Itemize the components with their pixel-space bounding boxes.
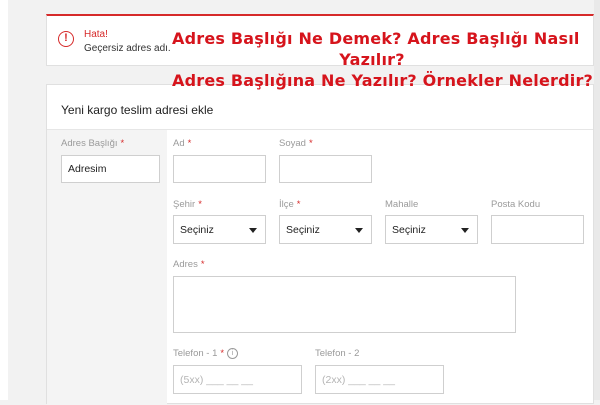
address-title-label: Adres Başlığı *: [61, 138, 125, 149]
district-label: İlçe *: [279, 199, 301, 210]
postal-code-input[interactable]: [491, 215, 584, 244]
address-label: Adres *: [173, 259, 205, 270]
phone1-label: Telefon - 1 * i: [173, 348, 239, 359]
first-name-input[interactable]: [173, 155, 266, 183]
phone2-label: Telefon - 2: [315, 348, 360, 359]
address-form-panel: Yeni kargo teslim adresi ekle Adres Başl…: [46, 84, 594, 405]
city-select[interactable]: Seçiniz: [173, 215, 266, 244]
caret-down-icon: [461, 228, 469, 233]
neighborhood-label: Mahalle: [385, 199, 419, 210]
district-select-value: Seçiniz: [286, 224, 320, 236]
overlay-line-2: Yazılır?: [339, 50, 405, 69]
form-title: Yeni kargo teslim adresi ekle: [61, 103, 214, 117]
city-select-value: Seçiniz: [180, 224, 214, 236]
phone1-input[interactable]: [173, 365, 302, 394]
address-textarea[interactable]: [173, 276, 516, 333]
postal-code-label: Posta Kodu: [491, 199, 541, 210]
info-icon[interactable]: i: [227, 348, 239, 359]
address-title-input[interactable]: [61, 155, 160, 183]
caret-down-icon: [355, 228, 363, 233]
district-select[interactable]: Seçiniz: [279, 215, 372, 244]
last-name-label: Soyad *: [279, 138, 313, 149]
overlay-headline: Adres Başlığı Ne Demek? Adres Başlığı Na…: [172, 28, 594, 91]
overlay-line-1: Adres Başlığı Ne Demek? Adres Başlığı Na…: [172, 29, 580, 48]
first-name-label: Ad *: [173, 138, 192, 149]
overlay-line-3: Adres Başlığına Ne Yazılır? Örnekler Nel…: [172, 71, 594, 90]
neighborhood-select-value: Seçiniz: [392, 224, 426, 236]
phone2-input[interactable]: [315, 365, 444, 394]
right-edge: [594, 0, 600, 400]
page: ! Hata! Geçersiz adres adı. Yeni kargo t…: [0, 0, 600, 405]
left-edge: [0, 0, 8, 400]
last-name-input[interactable]: [279, 155, 372, 183]
caret-down-icon: [249, 228, 257, 233]
alert-message: Geçersiz adres adı.: [84, 43, 171, 54]
alert-exclamation-icon: !: [58, 31, 74, 47]
neighborhood-select[interactable]: Seçiniz: [385, 215, 478, 244]
city-label: Şehir *: [173, 199, 202, 210]
alert-title: Hata!: [84, 29, 108, 40]
